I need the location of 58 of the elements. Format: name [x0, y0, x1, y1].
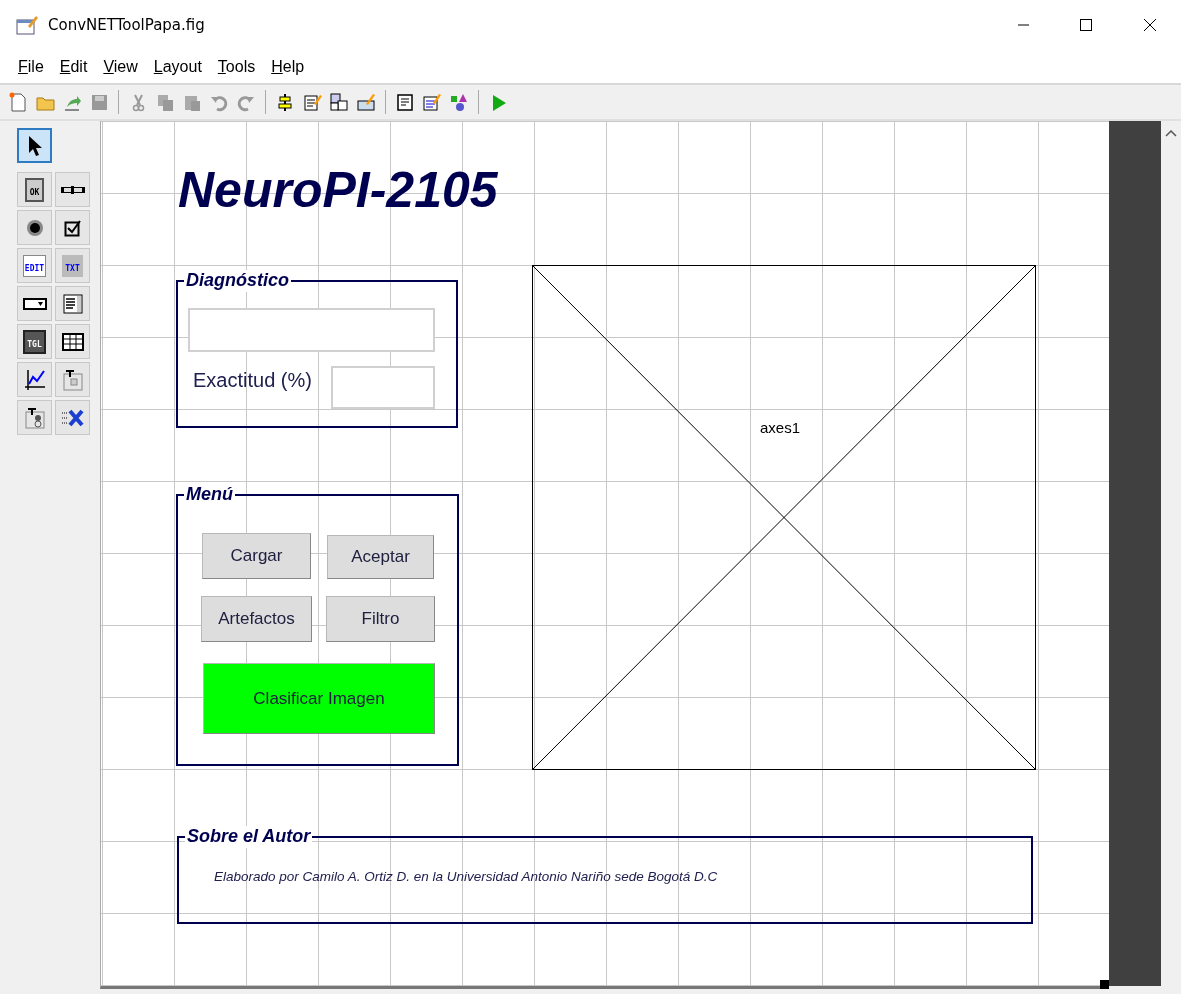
palette-tool[interactable] [17, 400, 52, 435]
push-button[interactable]: Clasificar Imagen [203, 663, 435, 734]
palette-tool[interactable] [17, 210, 52, 245]
palette-tool[interactable] [55, 210, 90, 245]
panel-title: Sobre el Autor [185, 826, 313, 848]
author-text: Elaborado por Camilo A. Ortiz D. en la Universidad Antonio Nariño sede Bogotá D.C [214, 869, 718, 884]
accuracy-label: Exactitud (%) [193, 369, 312, 392]
panel-title: Diagnóstico [184, 270, 291, 292]
listbox-icon [62, 293, 83, 314]
axes-label: axes1 [760, 419, 801, 436]
resize-handle[interactable] [1100, 980, 1109, 989]
slider-icon [59, 184, 86, 195]
palette-tool[interactable]: TGL [17, 324, 52, 359]
scroll-up-icon[interactable] [1165, 129, 1177, 137]
accuracy-field[interactable] [331, 366, 435, 409]
document-icon[interactable] [8, 91, 28, 113]
radio-button-icon [25, 218, 44, 237]
menu-item[interactable]: Help [263, 57, 313, 76]
table-icon [61, 332, 84, 351]
palette-tool[interactable] [55, 400, 90, 435]
pencil-panel-icon[interactable] [356, 91, 376, 113]
palette-tool[interactable]: TXT [55, 248, 90, 283]
palette-tool[interactable] [17, 286, 52, 321]
menu-item[interactable]: Tools [209, 57, 264, 76]
push-button[interactable]: Cargar [202, 533, 311, 579]
palette-tool[interactable] [55, 172, 90, 207]
window-title: ConvNETToolPapa.fig [48, 16, 205, 34]
menu-item[interactable]: Edit [51, 57, 96, 76]
palette-tool[interactable] [17, 362, 52, 397]
palette-tool[interactable] [55, 286, 90, 321]
diagnosis-field[interactable] [188, 308, 435, 352]
palette-tool[interactable]: OK [17, 172, 52, 207]
push-button[interactable]: Filtro [326, 596, 435, 642]
pencil-list-icon[interactable] [422, 91, 442, 113]
activex-icon [60, 407, 85, 428]
menu-item[interactable]: Layout [145, 57, 210, 76]
edit-field-icon: EDIT [22, 254, 47, 277]
toggle-button-icon: TGL [23, 329, 46, 354]
notepad-icon[interactable] [395, 91, 415, 113]
push-button-icon: OK [24, 177, 45, 202]
menu-item[interactable]: View [95, 57, 146, 76]
window-app-icon [16, 14, 40, 36]
palette-tool[interactable] [55, 362, 90, 397]
push-button[interactable]: Artefactos [201, 596, 312, 642]
chart-icon [23, 368, 46, 391]
align-icon[interactable] [275, 91, 295, 113]
palette-tool[interactable]: EDIT [17, 248, 52, 283]
static-text-icon: TXT [62, 254, 83, 277]
button-group-icon [24, 406, 45, 429]
numbered-boxes-icon[interactable] [329, 91, 349, 113]
app-title: NeuroPI-2105 [178, 163, 498, 218]
palette-tool[interactable] [17, 128, 52, 163]
push-button[interactable]: Aceptar [327, 535, 434, 579]
menu-item[interactable]: File [10, 57, 52, 76]
palette-tool[interactable] [55, 324, 90, 359]
panel-icon [62, 368, 83, 391]
checkbox-icon [63, 218, 82, 237]
dropdown-icon [22, 297, 47, 310]
